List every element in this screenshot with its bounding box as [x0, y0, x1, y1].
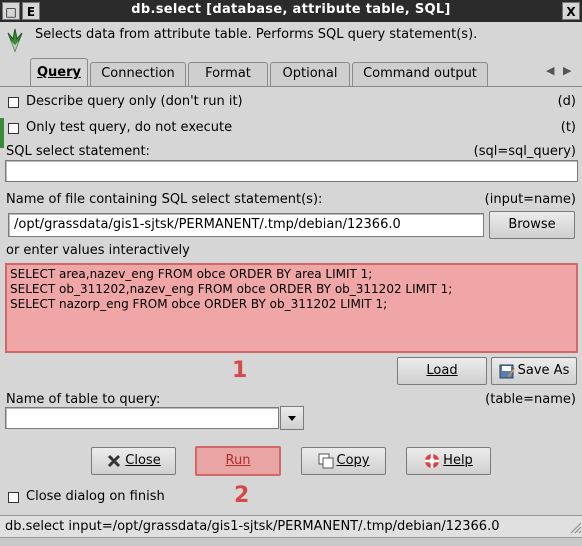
- module-header: Selects data from attribute table. Perfo…: [0, 22, 582, 56]
- copy-button[interactable]: Copy: [301, 447, 386, 475]
- tab-indicator: [0, 118, 4, 148]
- load-button[interactable]: Load: [397, 357, 487, 385]
- close-on-finish-checkbox[interactable]: [8, 492, 19, 503]
- tab-format[interactable]: Format: [188, 62, 268, 86]
- sql-input[interactable]: [5, 160, 578, 182]
- status-bar: db.select input=/opt/grassdata/gis1-sjts…: [0, 515, 582, 537]
- browse-button[interactable]: Browse: [489, 211, 575, 239]
- close-on-finish-label: Close dialog on finish: [26, 489, 165, 504]
- input-file-field[interactable]: /opt/grassdata/gis1-sjtsk/PERMANENT/.tmp…: [8, 213, 484, 237]
- query-line: SELECT ob_311202,nazev_eng FROM obce ORD…: [10, 282, 453, 296]
- help-lifebuoy-icon: [425, 453, 440, 468]
- help-button[interactable]: Help: [406, 447, 491, 475]
- test-label: Only test query, do not execute: [26, 120, 233, 135]
- test-option[interactable]: Only test query, do not execute: [8, 120, 308, 138]
- input-file-label: Name of file containing SQL select state…: [6, 192, 323, 207]
- window-title: db.select [database, attribute table, SQ…: [131, 2, 451, 17]
- tab-connection[interactable]: Connection: [90, 62, 186, 86]
- save-as-icon: [499, 364, 515, 378]
- tab-divider: [0, 86, 582, 87]
- copy-icon: [318, 453, 333, 468]
- tab-scroll-left-icon[interactable]: ◀: [546, 64, 554, 77]
- input-file-param: (input=name): [484, 192, 576, 207]
- module-description: Selects data from attribute table. Perfo…: [35, 27, 478, 42]
- resize-grip-icon[interactable]: [566, 517, 582, 535]
- run-button[interactable]: Run: [195, 446, 281, 476]
- describe-checkbox[interactable]: [8, 97, 19, 108]
- chevron-down-icon: [288, 416, 296, 421]
- table-label: Name of table to query:: [6, 392, 161, 407]
- close-on-finish-option[interactable]: Close dialog on finish: [8, 489, 228, 507]
- query-line: SELECT nazorp_eng FROM obce ORDER BY ob_…: [10, 297, 388, 311]
- annotation-marker-2: 2: [234, 483, 250, 508]
- close-button[interactable]: Close: [91, 447, 176, 475]
- close-icon: [108, 454, 121, 467]
- sql-query-textarea[interactable]: SELECT area,nazev_eng FROM obce ORDER BY…: [5, 263, 578, 353]
- title-bar: □ E db.select [database, attribute table…: [0, 0, 582, 22]
- tab-optional[interactable]: Optional: [270, 62, 350, 86]
- tab-bar: Query Connection Format Optional Command…: [0, 58, 582, 148]
- query-line: SELECT area,nazev_eng FROM obce ORDER BY…: [10, 267, 373, 281]
- sql-param: (sql=sql_query): [473, 144, 576, 159]
- describe-label: Describe query only (don't run it): [26, 94, 243, 109]
- table-dropdown-button[interactable]: [280, 406, 304, 430]
- test-flag: (t): [560, 120, 576, 135]
- describe-flag: (d): [557, 94, 576, 109]
- describe-option[interactable]: Describe query only (don't run it): [8, 94, 308, 112]
- table-select[interactable]: [5, 407, 279, 429]
- bottom-strip: [0, 537, 582, 546]
- annotation-marker-1: 1: [232, 358, 248, 383]
- interactive-label: or enter values interactively: [6, 243, 190, 258]
- sql-label: SQL select statement:: [6, 144, 150, 159]
- tab-command-output[interactable]: Command output: [352, 62, 488, 86]
- window-close-button[interactable]: X: [562, 2, 580, 20]
- tab-scroll-right-icon[interactable]: ▶: [563, 64, 571, 77]
- table-param: (table=name): [485, 392, 576, 407]
- tab-query[interactable]: Query: [30, 58, 88, 86]
- test-checkbox[interactable]: [8, 123, 19, 134]
- grass-logo-icon: [7, 28, 23, 53]
- save-as-button[interactable]: Save As: [491, 357, 577, 385]
